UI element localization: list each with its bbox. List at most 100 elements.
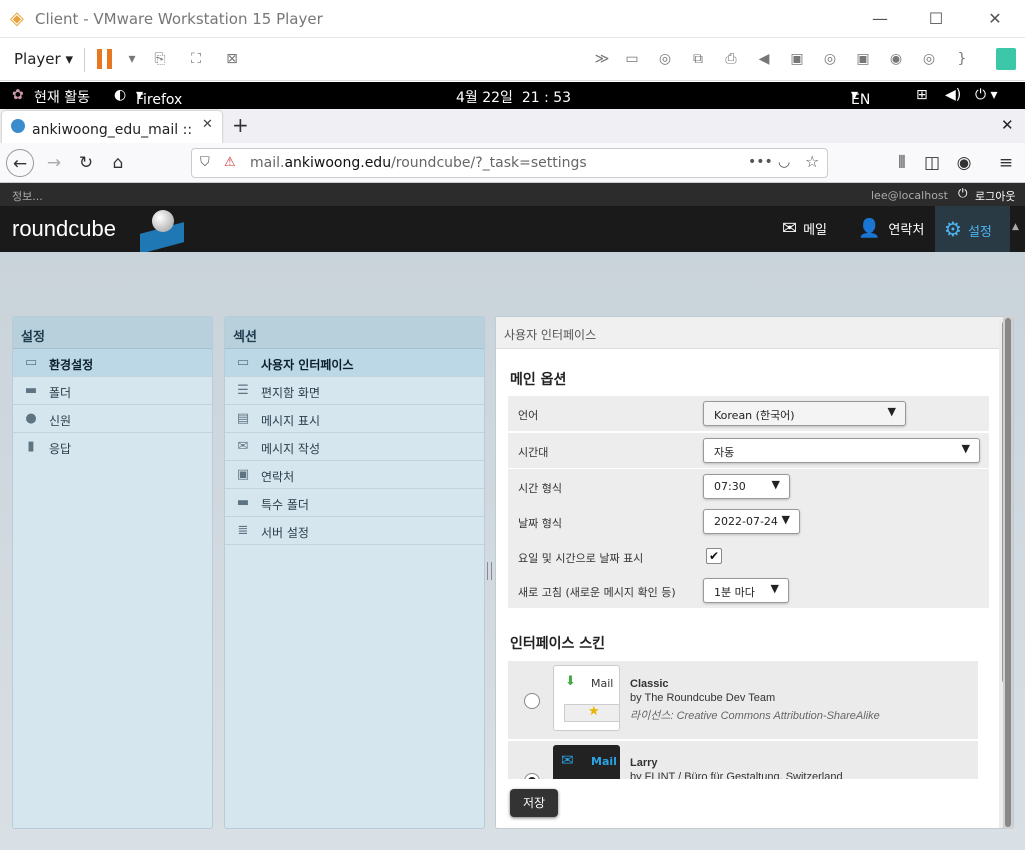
activities-button[interactable]: 현재 활동 bbox=[34, 87, 90, 107]
roundcube-body: 설정 ▭ 환경설정 ▬ 폴더 ● 신원 ▮ 응답 섹션 ▭ 사용자 인터페이스 ☰ 편지함 … bbox=[0, 252, 1025, 850]
sidebar-icon[interactable]: ◫ bbox=[918, 149, 946, 177]
app-menu[interactable]: Firefox ▾ bbox=[136, 87, 182, 108]
collapse-header-icon[interactable]: ▲ bbox=[1012, 222, 1019, 232]
volume-icon[interactable]: ◀) bbox=[945, 87, 961, 103]
refresh-select[interactable]: 1분 마다 ▼ bbox=[703, 578, 789, 603]
player-menu[interactable]: Player ▾ bbox=[14, 50, 73, 68]
forward-button[interactable]: → bbox=[40, 149, 68, 177]
skin-classic[interactable]: ⬇ Mail ★ Classic by The Roundcube Dev Te… bbox=[508, 661, 978, 739]
device-bracket-icon[interactable]: } bbox=[952, 50, 972, 68]
roundcube-logo[interactable]: roundcube bbox=[12, 216, 116, 242]
larry-mail-label: Mail bbox=[591, 755, 617, 768]
vmware-toolbar: Player ▾ ▾ ⎘ ⛶ ⊠ ≫ ▭ ◎ ⧉ ⎙ ◀ ▣ ◎ ▣ ◉ ◎ } bbox=[0, 38, 1025, 81]
library-icon[interactable]: ⫴ bbox=[888, 149, 916, 177]
logout-icon[interactable]: ⏻ bbox=[958, 186, 968, 201]
larry-envelope-icon: ✉ bbox=[561, 751, 574, 769]
contact-card-icon: ▣ bbox=[236, 467, 250, 482]
monitor-icon: ▭ bbox=[236, 355, 250, 370]
skin-classic-radio[interactable] bbox=[524, 693, 540, 709]
camera-icon[interactable]: ◉ bbox=[886, 50, 906, 68]
pause-icon[interactable] bbox=[97, 49, 115, 69]
folder-icon: ▬ bbox=[24, 383, 38, 398]
roundcube-top-strip: 정보... lee@localhost ⏻ 로그아웃 bbox=[0, 183, 1025, 206]
close-window-button[interactable]: ✕ bbox=[984, 8, 1006, 30]
network-adapter-icon[interactable]: ⧉ bbox=[688, 50, 708, 68]
date-format-select[interactable]: 2022-07-24 ▼ bbox=[703, 509, 800, 534]
section-item-compose[interactable]: ✉ 메시지 작성 bbox=[225, 433, 484, 461]
language-indicator[interactable]: EN ▾ bbox=[851, 87, 870, 108]
minimize-button[interactable]: — bbox=[869, 8, 891, 30]
chevron-down-icon: ▼ bbox=[770, 582, 779, 595]
classic-star-icon: ★ bbox=[588, 704, 600, 719]
footer-bar bbox=[496, 779, 999, 828]
roundcube-logo-cube-icon bbox=[140, 210, 186, 254]
section-item-mailbox-view[interactable]: ☰ 편지함 화면 bbox=[225, 377, 484, 405]
cd-dvd-icon[interactable]: ◎ bbox=[655, 50, 675, 68]
timezone-label: 시간대 bbox=[518, 446, 549, 459]
classic-thumbnail: ⬇ Mail ★ bbox=[553, 665, 620, 731]
settings-item-responses[interactable]: ▮ 응답 bbox=[13, 433, 212, 461]
notes-icon[interactable] bbox=[996, 48, 1016, 70]
reload-button[interactable]: ↻ bbox=[72, 149, 100, 177]
page-actions-icon[interactable]: ••• bbox=[748, 154, 773, 170]
section-item-message-display[interactable]: ▤ 메시지 표시 bbox=[225, 405, 484, 433]
section-item-special-folders[interactable]: ▬ 특수 폴더 bbox=[225, 489, 484, 517]
skin-larry[interactable]: ✉ Mail Larry by FLINT / Büro für Gestalt… bbox=[508, 741, 978, 779]
back-button[interactable]: ← bbox=[6, 149, 34, 177]
close-browser-icon[interactable]: ✕ bbox=[1001, 116, 1014, 134]
option-time-format: 시간 형식 07:30 ▼ bbox=[508, 469, 989, 504]
fullscreen-icon[interactable]: ⛶ bbox=[186, 50, 206, 68]
settings-item-identities[interactable]: ● 신원 bbox=[13, 405, 212, 433]
clock[interactable]: 4월 22일 21 : 53 bbox=[456, 87, 571, 107]
main-options-title: 메인 옵션 bbox=[510, 372, 567, 388]
nav-mail[interactable]: ✉ 메일 bbox=[782, 206, 842, 252]
account-icon[interactable]: ◉ bbox=[950, 149, 978, 177]
pause-dropdown-icon[interactable]: ▾ bbox=[122, 50, 142, 68]
save-button[interactable]: 저장 bbox=[510, 789, 558, 817]
usb-device-icon[interactable]: ▣ bbox=[787, 50, 807, 68]
section-item-server-settings[interactable]: ≣ 서버 설정 bbox=[225, 517, 484, 545]
new-tab-button[interactable]: + bbox=[232, 113, 249, 137]
url-bar[interactable]: ⛉ ⚠ mail.ankiwoong.edu/roundcube/?_task=… bbox=[191, 148, 828, 178]
maximize-button[interactable]: ☐ bbox=[925, 8, 947, 30]
document-icon: ▮ bbox=[27, 439, 35, 454]
bookmark-star-icon[interactable]: ☆ bbox=[805, 152, 819, 171]
toolbar-divider bbox=[84, 48, 85, 72]
sound-card-icon[interactable]: ◀ bbox=[754, 50, 774, 68]
network-icon[interactable]: ⊞ bbox=[916, 87, 928, 103]
hard-disk-icon[interactable]: ▭ bbox=[622, 50, 642, 68]
printer-icon[interactable]: ⎙ bbox=[721, 50, 741, 68]
power-icon[interactable]: ⏻ ▾ bbox=[975, 87, 998, 103]
logout-link[interactable]: 로그아웃 bbox=[975, 188, 1015, 204]
about-link[interactable]: 정보... bbox=[12, 188, 43, 204]
splitter-handle[interactable] bbox=[487, 562, 492, 580]
pocket-icon[interactable]: ◡ bbox=[778, 154, 790, 170]
usb-device-2-icon[interactable]: ▣ bbox=[853, 50, 873, 68]
expand-devices-icon[interactable]: ≫ bbox=[592, 50, 612, 68]
firefox-app-icon: ◐ bbox=[114, 87, 127, 103]
browser-tab[interactable]: ankiwoong_edu_mail :: 환 ✕ bbox=[2, 111, 222, 143]
home-button[interactable]: ⌂ bbox=[104, 149, 132, 177]
nav-settings[interactable]: ⚙ 설정 bbox=[935, 206, 1010, 252]
pretty-date-checkbox[interactable]: ✔ bbox=[706, 548, 722, 564]
settings-item-folders[interactable]: ▬ 폴더 bbox=[13, 377, 212, 405]
firefox-tab-strip: ankiwoong_edu_mail :: 환 ✕ + ✕ bbox=[0, 109, 1025, 143]
settings-panel-title: 설정 bbox=[13, 317, 212, 349]
url-text: mail.ankiwoong.edu/roundcube/?_task=sett… bbox=[250, 155, 587, 171]
cd-dvd-3-icon[interactable]: ◎ bbox=[919, 50, 939, 68]
page-scrollbar[interactable] bbox=[1003, 316, 1013, 829]
time-format-select[interactable]: 07:30 ▼ bbox=[703, 474, 790, 499]
section-item-contacts[interactable]: ▣ 연락처 bbox=[225, 461, 484, 489]
send-ctrl-alt-del-icon[interactable]: ⎘ bbox=[150, 50, 170, 68]
nav-contacts[interactable]: 👤 연락처 bbox=[858, 206, 930, 252]
language-label: 언어 bbox=[518, 409, 539, 422]
settings-item-preferences[interactable]: ▭ 환경설정 bbox=[13, 349, 212, 377]
insecure-lock-icon: ⚠ bbox=[224, 155, 236, 170]
section-item-user-interface[interactable]: ▭ 사용자 인터페이스 bbox=[225, 349, 484, 377]
cd-dvd-2-icon[interactable]: ◎ bbox=[820, 50, 840, 68]
menu-icon[interactable]: ≡ bbox=[992, 149, 1020, 177]
unity-icon[interactable]: ⊠ bbox=[222, 50, 242, 68]
language-select[interactable]: Korean (한국어) ▼ bbox=[703, 401, 906, 426]
timezone-select[interactable]: 자동 ▼ bbox=[703, 438, 980, 463]
tab-close-icon[interactable]: ✕ bbox=[202, 117, 213, 132]
